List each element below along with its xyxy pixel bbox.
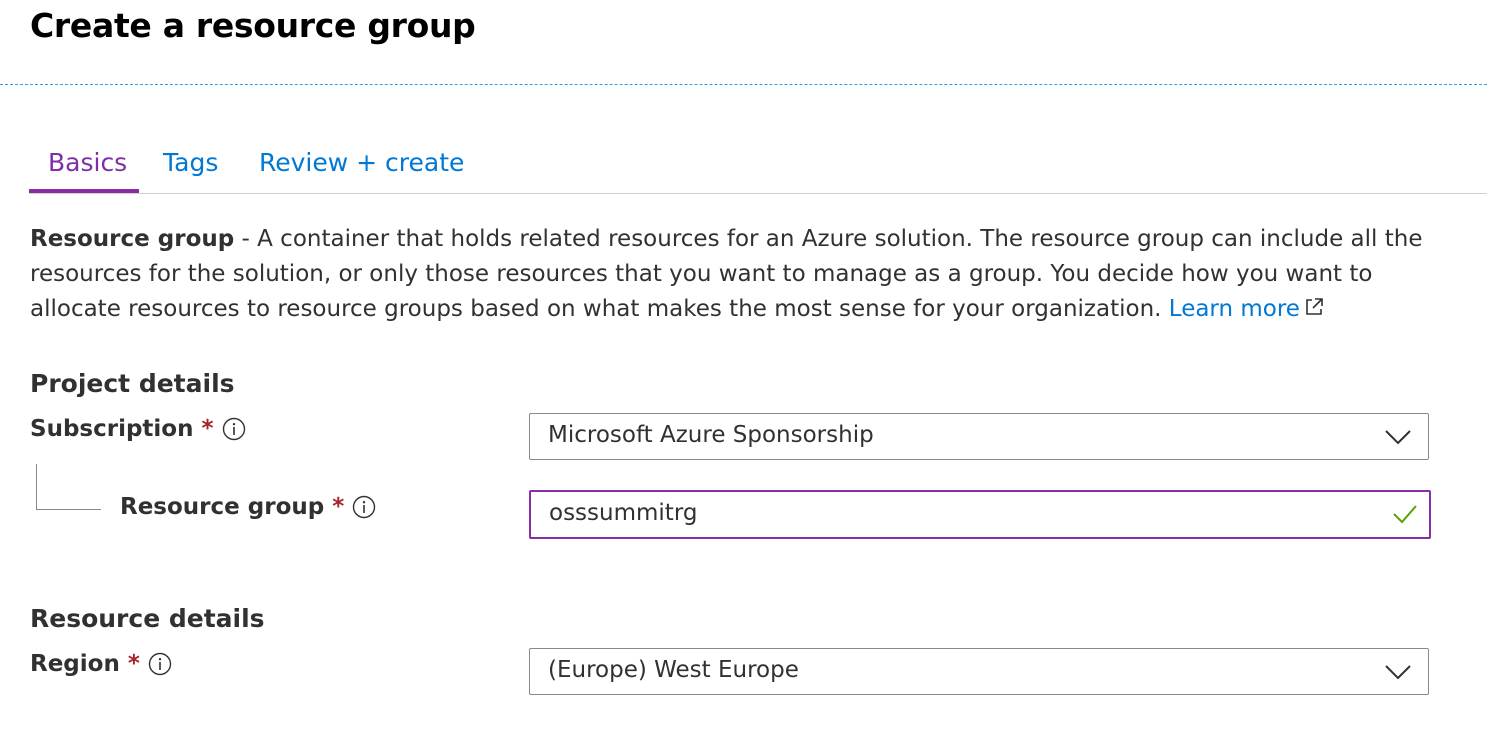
description-term: Resource group <box>30 226 235 252</box>
checkmark-icon <box>1391 502 1419 526</box>
tab-basics-label: Basics <box>48 148 128 177</box>
tab-tags-label: Tags <box>163 148 219 177</box>
tab-tags[interactable]: Tags <box>163 148 218 177</box>
info-icon[interactable] <box>148 652 172 676</box>
resource-group-description: Resource group - A container that holds … <box>30 222 1470 327</box>
required-asterisk: * <box>127 651 140 677</box>
learn-more-link[interactable]: Learn more <box>1169 296 1324 322</box>
subscription-value: Microsoft Azure Sponsorship <box>548 422 874 448</box>
project-details-heading: Project details <box>30 369 235 398</box>
subscription-label-row: Subscription * <box>30 416 246 442</box>
region-label: Region <box>30 651 120 677</box>
required-asterisk: * <box>332 494 345 520</box>
required-asterisk: * <box>201 416 214 442</box>
external-link-icon <box>1304 293 1324 328</box>
chevron-down-icon <box>1384 427 1412 447</box>
resource-group-label-row: Resource group * <box>120 494 376 520</box>
region-dropdown[interactable]: (Europe) West Europe <box>529 648 1429 695</box>
resource-group-label: Resource group <box>120 494 325 520</box>
region-label-row: Region * <box>30 651 172 677</box>
resource-details-heading: Resource details <box>30 604 265 633</box>
tab-bar-divider <box>29 193 1487 194</box>
resource-group-value: osssummitrg <box>549 500 698 526</box>
info-icon[interactable] <box>352 495 376 519</box>
create-resource-group-page: Create a resource group Basics Tags Revi… <box>0 0 1487 737</box>
chevron-down-icon <box>1384 662 1412 682</box>
learn-more-label: Learn more <box>1168 296 1300 322</box>
subscription-dropdown[interactable]: Microsoft Azure Sponsorship <box>529 413 1429 460</box>
subscription-label: Subscription <box>30 416 194 442</box>
hierarchy-connector <box>36 464 101 510</box>
header-divider <box>0 84 1487 85</box>
tab-bar: Basics Tags Review + create <box>29 136 1487 194</box>
page-title: Create a resource group <box>30 6 476 45</box>
info-icon[interactable] <box>222 417 246 441</box>
tab-review-create-label: Review + create <box>259 148 465 177</box>
resource-group-input[interactable]: osssummitrg <box>529 490 1431 539</box>
tab-review-create[interactable]: Review + create <box>259 148 464 177</box>
tab-basics[interactable]: Basics <box>48 148 127 177</box>
region-value: (Europe) West Europe <box>548 657 799 683</box>
